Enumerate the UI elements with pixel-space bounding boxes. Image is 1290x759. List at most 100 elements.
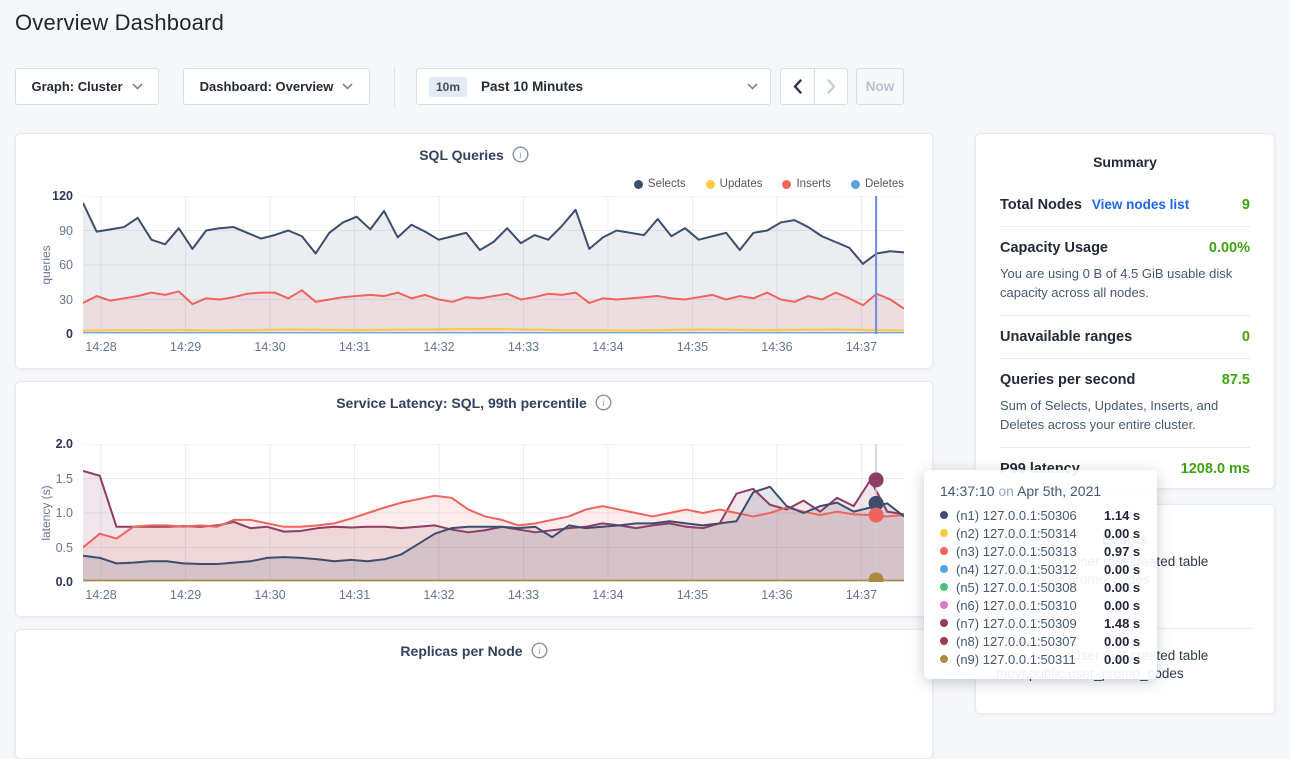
- x-tick-label: 14:30: [254, 588, 285, 602]
- summary-desc: You are using 0 B of 4.5 GiB usable disk…: [1000, 264, 1250, 302]
- summary-row-unavailable-ranges: Unavailable ranges 0: [1000, 315, 1250, 358]
- tooltip-row: (n6) 127.0.0.1:503100.00 s: [940, 596, 1143, 614]
- divider: [394, 66, 395, 107]
- legend-dot-icon: [634, 180, 643, 189]
- svg-text:i: i: [519, 151, 522, 161]
- series-dot-icon: [940, 619, 948, 627]
- series-dot-icon: [940, 511, 948, 519]
- y-tick-label: 30: [23, 292, 73, 308]
- x-tick-label: 14:35: [677, 340, 708, 354]
- y-tick-label: 60: [23, 257, 73, 273]
- info-icon[interactable]: i: [595, 394, 612, 411]
- replicas-per-node-card: Replicas per Node i: [15, 629, 933, 759]
- x-tick-label: 14:30: [254, 340, 285, 354]
- tooltip-row: (n1) 127.0.0.1:503061.14 s: [940, 506, 1143, 524]
- tooltip-row: (n7) 127.0.0.1:503091.48 s: [940, 614, 1143, 632]
- service-latency-card: Service Latency: SQL, 99th percentile i …: [15, 381, 933, 617]
- info-icon[interactable]: i: [512, 146, 529, 163]
- time-step-buttons: [780, 68, 848, 105]
- y-tick-label: 0.5: [23, 540, 73, 556]
- summary-row-total-nodes: Total Nodes View nodes list 9: [1000, 184, 1250, 226]
- time-range-label: Past 10 Minutes: [481, 79, 583, 94]
- x-tick-label: 14:37: [846, 340, 877, 354]
- legend-dot-icon: [782, 180, 791, 189]
- summary-value: 0: [1242, 329, 1250, 345]
- info-icon[interactable]: i: [531, 642, 548, 659]
- series-dot-icon: [940, 565, 948, 573]
- y-tick-label: 0: [23, 326, 73, 342]
- summary-label: Queries per second: [1000, 372, 1135, 388]
- chevron-down-icon: [132, 83, 143, 90]
- graph-dropdown-label: Graph: Cluster: [31, 79, 122, 94]
- x-tick-label: 14:33: [508, 588, 539, 602]
- legend-item-deletes[interactable]: Deletes: [851, 178, 904, 190]
- summary-value: 1208.0 ms: [1181, 461, 1250, 477]
- y-tick-label: 120: [23, 188, 73, 204]
- legend-label: Selects: [648, 178, 686, 190]
- x-tick-label: 14:33: [508, 340, 539, 354]
- chart-title-replicas: Replicas per Node: [400, 643, 522, 659]
- summary-desc: Sum of Selects, Updates, Inserts, and De…: [1000, 396, 1250, 434]
- x-tick-label: 14:37: [846, 588, 877, 602]
- summary-row-capacity-usage: Capacity Usage 0.00% You are using 0 B o…: [1000, 226, 1250, 315]
- now-button[interactable]: Now: [856, 68, 904, 105]
- chart-title-service-latency: Service Latency: SQL, 99th percentile: [336, 395, 587, 411]
- x-tick-label: 14:32: [423, 588, 454, 602]
- summary-label: Total Nodes: [1000, 197, 1082, 213]
- time-range-dropdown[interactable]: 10m Past 10 Minutes: [416, 68, 771, 105]
- summary-label: Capacity Usage: [1000, 240, 1108, 256]
- page-title: Overview Dashboard: [15, 10, 224, 36]
- time-range-badge: 10m: [429, 77, 467, 97]
- chart-legend: Selects Updates Inserts Deletes: [634, 178, 904, 190]
- legend-dot-icon: [706, 180, 715, 189]
- series-dot-icon: [940, 637, 948, 645]
- legend-item-selects[interactable]: Selects: [634, 178, 686, 190]
- x-tick-label: 14:35: [677, 588, 708, 602]
- x-tick-label: 14:32: [423, 340, 454, 354]
- sql-queries-plot[interactable]: 030609012014:2814:2914:3014:3114:3214:33…: [83, 196, 904, 334]
- series-dot-icon: [940, 583, 948, 591]
- legend-item-inserts[interactable]: Inserts: [782, 178, 831, 190]
- y-tick-label: 1.0: [23, 505, 73, 521]
- sql-queries-card: SQL Queries i Selects Updates Inserts Delet…: [15, 133, 933, 369]
- chevron-down-icon: [747, 83, 758, 90]
- y-tick-label: 0.0: [23, 574, 73, 590]
- summary-row-queries-per-second: Queries per second 87.5 Sum of Selects, …: [1000, 358, 1250, 447]
- series-dot-icon: [940, 529, 948, 537]
- svg-text:i: i: [602, 399, 605, 409]
- legend-label: Deletes: [865, 178, 904, 190]
- x-tick-label: 14:29: [170, 340, 201, 354]
- tooltip-row: (n8) 127.0.0.1:503070.00 s: [940, 632, 1143, 650]
- summary-value: 0.00%: [1209, 240, 1250, 256]
- series-dot-icon: [940, 655, 948, 663]
- chart-title-sql-queries: SQL Queries: [419, 147, 504, 163]
- chevron-down-icon: [342, 83, 353, 90]
- svg-text:i: i: [538, 647, 541, 657]
- y-tick-label: 90: [23, 223, 73, 239]
- service-latency-plot[interactable]: 0.00.51.01.52.014:2814:2914:3014:3114:32…: [83, 444, 904, 582]
- dashboard-dropdown[interactable]: Dashboard: Overview: [183, 68, 370, 105]
- x-tick-label: 14:28: [85, 588, 116, 602]
- summary-label: Unavailable ranges: [1000, 329, 1132, 345]
- x-tick-label: 14:36: [761, 588, 792, 602]
- x-tick-label: 14:34: [592, 588, 623, 602]
- tooltip-row: (n3) 127.0.0.1:503130.97 s: [940, 542, 1143, 560]
- legend-dot-icon: [851, 180, 860, 189]
- x-tick-label: 14:29: [170, 588, 201, 602]
- series-dot-icon: [940, 547, 948, 555]
- time-next-button[interactable]: [814, 69, 847, 104]
- x-tick-label: 14:36: [761, 340, 792, 354]
- chart-tooltip: 14:37:10 on Apr 5th, 2021 (n1) 127.0.0.1…: [924, 470, 1157, 679]
- view-nodes-list-link[interactable]: View nodes list: [1092, 197, 1189, 212]
- legend-item-updates[interactable]: Updates: [706, 178, 763, 190]
- graph-dropdown[interactable]: Graph: Cluster: [15, 68, 159, 105]
- legend-label: Inserts: [796, 178, 831, 190]
- x-tick-label: 14:31: [339, 340, 370, 354]
- x-tick-label: 14:34: [592, 340, 623, 354]
- summary-title: Summary: [1000, 134, 1250, 184]
- y-tick-label: 1.5: [23, 471, 73, 487]
- time-prev-button[interactable]: [781, 69, 814, 104]
- tooltip-timestamp: 14:37:10 on Apr 5th, 2021: [940, 483, 1143, 499]
- x-tick-label: 14:31: [339, 588, 370, 602]
- y-tick-label: 2.0: [23, 436, 73, 452]
